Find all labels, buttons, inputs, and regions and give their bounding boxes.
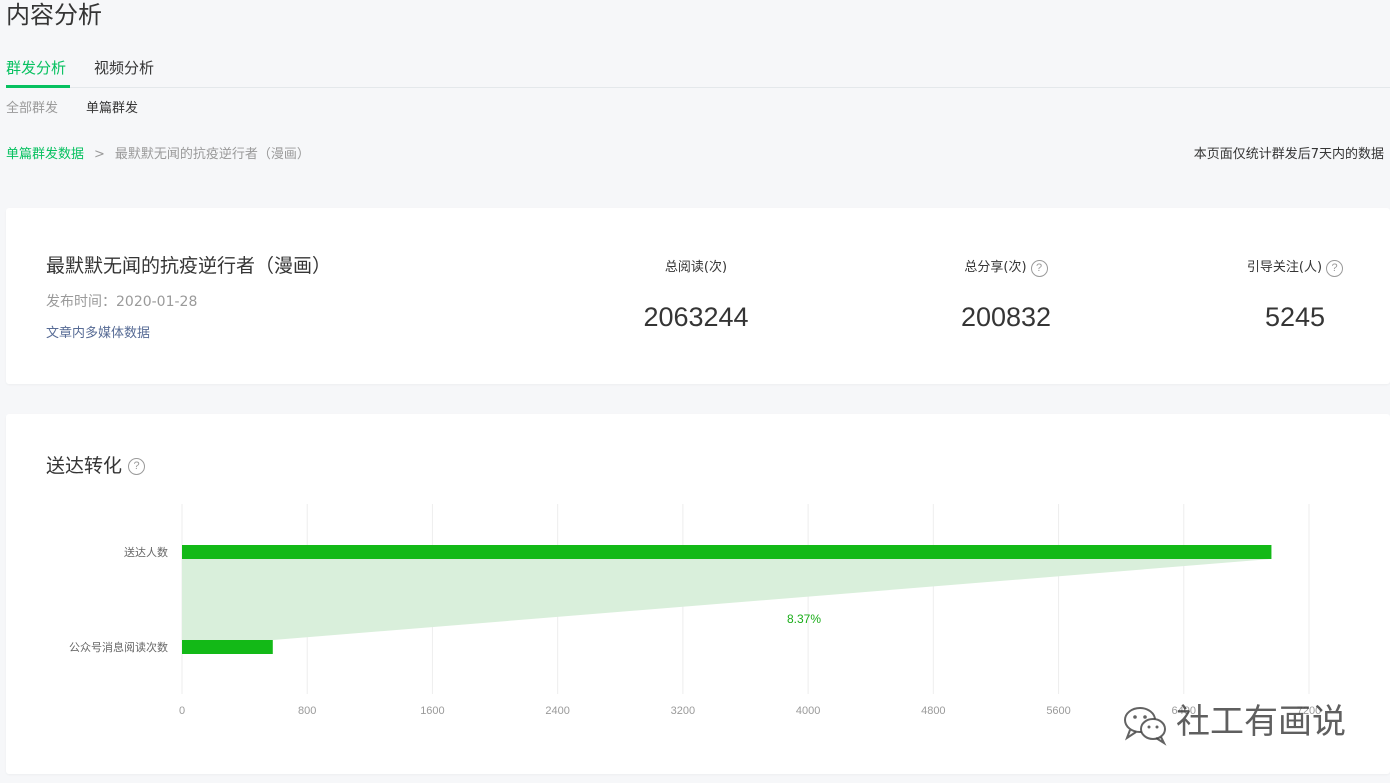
x-tick-label: 3200 [671,705,695,717]
multimedia-data-link[interactable]: 文章内多媒体数据 [46,325,150,343]
conversion-rate-label: 8.37% [787,612,821,626]
bar-1 [182,640,273,654]
article-summary-card: 最默默无闻的抗疫逆行者（漫画） 发布时间：2020-01-28 文章内多媒体数据… [6,208,1390,384]
stats-note: 本页面仅统计群发后7天内的数据 [1193,147,1384,162]
bar-0 [182,545,1272,559]
breadcrumb-separator-icon: > [94,147,105,162]
x-tick-label: 6400 [1172,705,1196,717]
conversion-funnel-area [182,559,1272,640]
stat-follows: 引导关注(人)? 5245 [1175,256,1390,334]
delivery-funnel-chart: 0 800 1600 2400 3200 4000 4800 5600 6400 7200 送达人数… [69,504,1321,717]
tab-bar: 群发分析 视频分析 [6,48,1390,88]
help-icon[interactable]: ? [1326,259,1344,277]
stat-total-shares: 总分享(次)? 200832 [886,256,1126,334]
breadcrumb: 单篇群发数据 > 最默默无闻的抗疫逆行者（漫画） [6,146,310,164]
x-tick-label: 4000 [796,705,820,717]
subtab-all-mass-send[interactable]: 全部群发 [6,100,58,118]
stat-total-reads: 总阅读(次) 2063244 [576,256,816,334]
stat-value: 200832 [960,302,1052,332]
subtab-single-mass-send[interactable]: 单篇群发 [86,100,138,118]
stat-value: 2063244 [643,302,749,332]
y-category-label: 送达人数 [124,545,168,559]
x-tick-label: 1600 [420,705,444,717]
y-category-label: 公众号消息阅读次数 [69,640,168,654]
x-tick-label: 7200 [1297,705,1321,717]
tab-mass-send-analysis[interactable]: 群发分析 [6,58,66,78]
page-title: 内容分析 [6,1,102,29]
x-tick-label: 2400 [545,705,569,717]
delivery-conversion-card: 送达转化? 0 800 1600 2400 3200 4000 4800 5600 6400 72… [6,414,1390,774]
stat-label: 引导关注(人)? [1247,258,1344,278]
x-tick-label: 5600 [1046,705,1070,717]
publish-time: 发布时间：2020-01-28 [46,294,198,310]
active-tab-underline [6,85,70,88]
x-tick-label: 4800 [921,705,945,717]
article-title: 最默默无闻的抗疫逆行者（漫画） [46,255,332,277]
stat-label: 总阅读(次) [664,260,728,275]
x-tick-label: 0 [179,705,185,717]
help-icon[interactable]: ? [1030,259,1048,277]
stat-value: 5245 [1264,302,1326,332]
tab-video-analysis[interactable]: 视频分析 [94,58,154,78]
stat-label: 总分享(次)? [964,258,1048,278]
x-tick-label: 800 [298,705,316,717]
breadcrumb-link[interactable]: 单篇群发数据 [6,147,84,162]
breadcrumb-current: 最默默无闻的抗疫逆行者（漫画） [114,147,310,162]
